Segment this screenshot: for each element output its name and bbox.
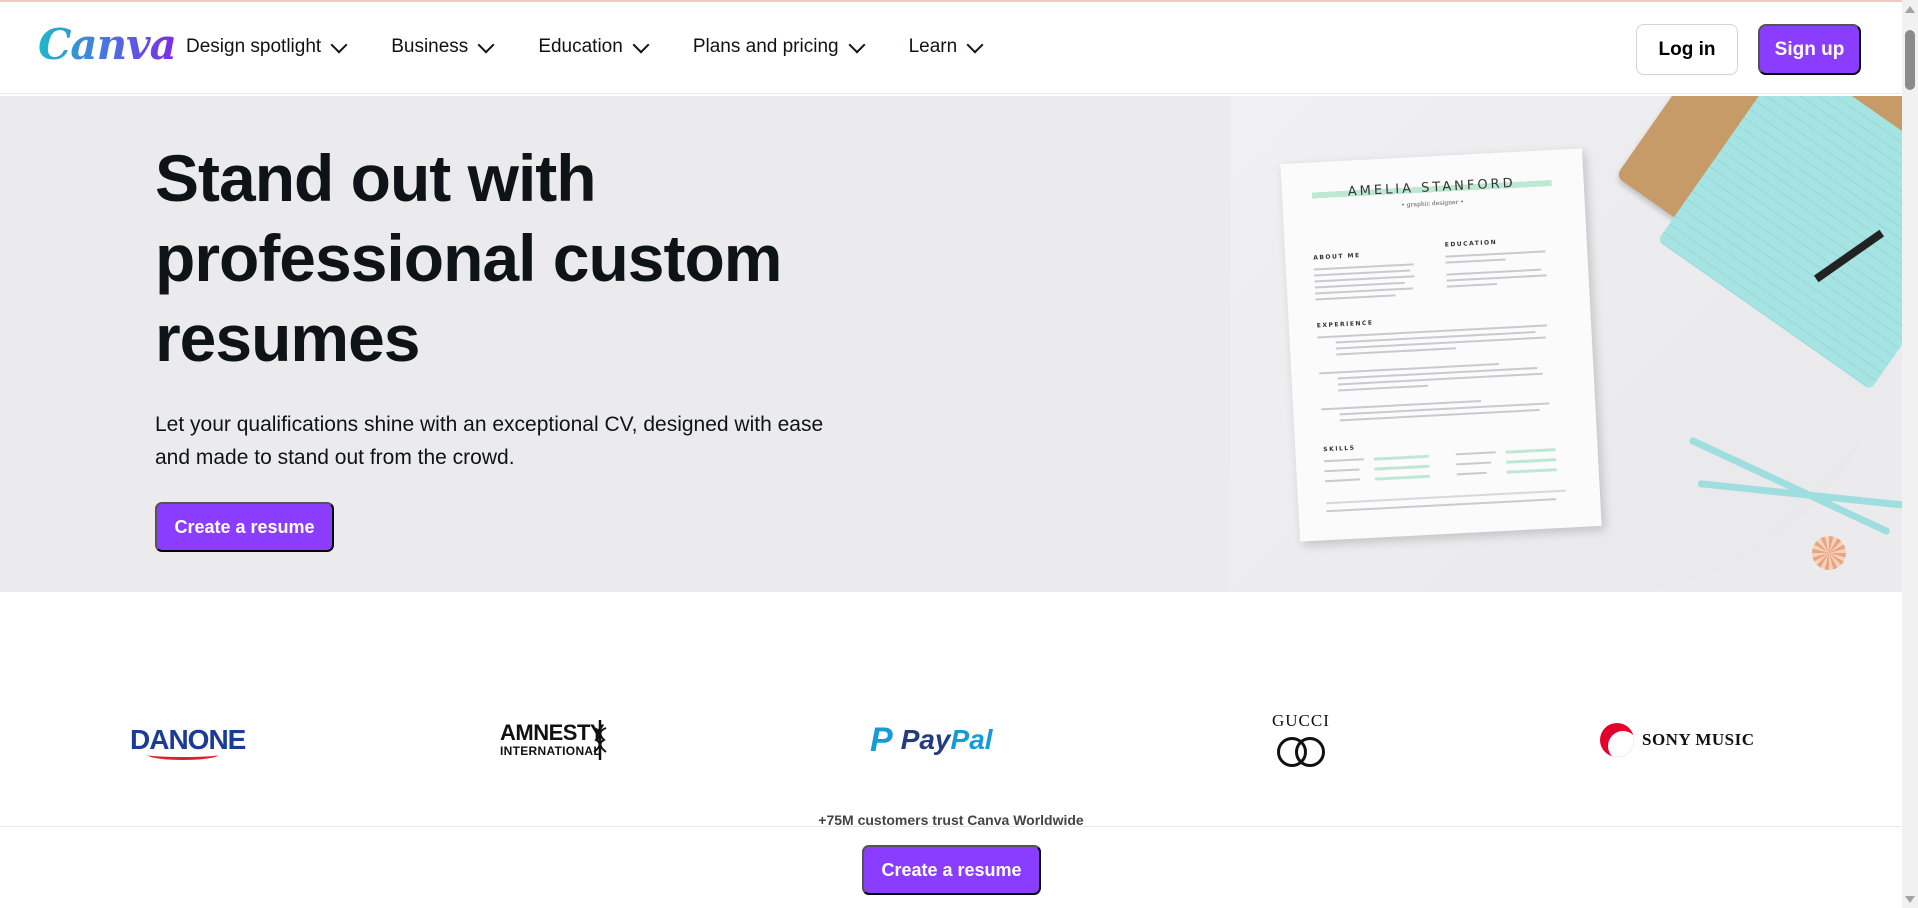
nav-label: Learn bbox=[908, 36, 958, 57]
resume-text-line bbox=[1323, 458, 1364, 462]
skill-bar bbox=[1373, 454, 1429, 461]
hero-subtitle: Let your qualifications shine with an ex… bbox=[155, 413, 824, 469]
resume-text-line bbox=[1335, 331, 1536, 344]
sticky-create-resume-button[interactable]: Create a resume bbox=[862, 845, 1041, 895]
resume-text-line bbox=[1314, 281, 1405, 289]
page-scrollbar[interactable] bbox=[1902, 0, 1918, 908]
amnesty-logo-text: AMNESTY bbox=[500, 720, 605, 745]
chevron-down-icon bbox=[330, 36, 348, 54]
nav-label: Business bbox=[391, 36, 469, 57]
resume-text-line bbox=[1445, 258, 1506, 264]
paypal-p-icon: P bbox=[870, 720, 893, 759]
resume-preview: AMELIA STANFORD • graphic designer • ABO… bbox=[1280, 148, 1602, 542]
resume-section-heading: SKILLS bbox=[1323, 444, 1356, 454]
resume-section-heading: EDUCATION bbox=[1444, 238, 1498, 249]
resume-text-line bbox=[1446, 268, 1542, 276]
resume-text-line bbox=[1446, 282, 1497, 288]
nav-label: Design spotlight bbox=[186, 36, 322, 57]
skill-bar bbox=[1506, 458, 1557, 464]
resume-text-line bbox=[1315, 294, 1396, 301]
skill-bar bbox=[1374, 464, 1430, 471]
resume-text-line bbox=[1455, 451, 1496, 455]
signup-button[interactable]: Sign up bbox=[1758, 24, 1861, 75]
resume-section-heading: ABOUT ME bbox=[1313, 252, 1361, 262]
nav-business[interactable]: Business bbox=[391, 36, 495, 58]
hero-section: AMELIA STANFORD • graphic designer • ABO… bbox=[0, 96, 1902, 592]
amnesty-logo: AMNESTY INTERNATIONAL bbox=[500, 700, 605, 780]
nav-design-spotlight[interactable]: Design spotlight bbox=[186, 36, 348, 58]
danone-swoosh-icon bbox=[148, 750, 218, 760]
resume-text-line bbox=[1446, 274, 1547, 282]
customer-logos: DANONE AMNESTY INTERNATIONAL P Pay Pal GU… bbox=[0, 700, 1902, 780]
sony-music-logo-text: SONY MUSIC bbox=[1642, 730, 1755, 749]
paypal-logo-text-pal: Pal bbox=[950, 724, 993, 755]
resume-text-line bbox=[1313, 263, 1414, 271]
danone-logo: DANONE bbox=[130, 724, 246, 755]
resume-text-line bbox=[1337, 372, 1543, 385]
resume-text-line bbox=[1319, 362, 1500, 374]
resume-divider bbox=[1326, 489, 1566, 504]
scroll-up-arrow-icon[interactable] bbox=[1905, 6, 1915, 13]
chevron-down-icon bbox=[632, 36, 650, 54]
nav-plans-and-pricing[interactable]: Plans and pricing bbox=[692, 36, 866, 58]
sticky-cta-bar: Create a resume bbox=[0, 826, 1902, 908]
gucci-logo-text: GUCCI bbox=[1272, 711, 1330, 730]
skill-bar bbox=[1505, 448, 1556, 454]
nav-learn[interactable]: Learn bbox=[908, 36, 984, 58]
sony-music-icon bbox=[1600, 723, 1634, 757]
resume-text-line bbox=[1338, 384, 1429, 391]
resume-text-line bbox=[1336, 347, 1457, 355]
amnesty-logo-subtext: INTERNATIONAL bbox=[500, 744, 602, 758]
sony-music-logo: SONY MUSIC bbox=[1600, 700, 1755, 780]
skill-bar bbox=[1506, 468, 1557, 474]
login-button[interactable]: Log in bbox=[1636, 24, 1738, 75]
resume-text-line bbox=[1337, 366, 1538, 379]
resume-text-line bbox=[1324, 478, 1360, 482]
scrollbar-thumb[interactable] bbox=[1905, 30, 1915, 90]
resume-text-line bbox=[1324, 468, 1360, 472]
nav-education[interactable]: Education bbox=[538, 36, 650, 58]
resume-text-line bbox=[1314, 275, 1415, 283]
resume-text-line bbox=[1456, 461, 1492, 465]
pencil-shaving-image bbox=[1812, 536, 1846, 570]
nav-label: Plans and pricing bbox=[692, 36, 839, 57]
scroll-down-arrow-icon[interactable] bbox=[1905, 896, 1915, 903]
resume-text-line bbox=[1456, 471, 1487, 475]
nav-label: Education bbox=[538, 36, 623, 57]
canva-logo[interactable]: Canva bbox=[38, 20, 177, 69]
gucci-ring bbox=[1294, 737, 1325, 767]
resume-text-line bbox=[1339, 408, 1540, 421]
create-resume-button[interactable]: Create a resume bbox=[155, 502, 334, 552]
gucci-gg-icon bbox=[1275, 735, 1327, 769]
paypal-logo: P Pay Pal bbox=[870, 700, 993, 780]
chevron-down-icon bbox=[848, 36, 866, 54]
resume-text-line bbox=[1445, 250, 1546, 258]
hero-title: Stand out with professional custom resum… bbox=[155, 141, 782, 375]
chevron-down-icon bbox=[966, 36, 984, 54]
resume-text-line bbox=[1315, 287, 1414, 295]
gucci-logo: GUCCI bbox=[1272, 700, 1330, 780]
candle-icon bbox=[593, 720, 607, 760]
chevron-down-icon bbox=[477, 36, 495, 54]
site-header: Canva Design spotlight Business Educatio… bbox=[0, 2, 1902, 94]
skill-bar bbox=[1374, 474, 1430, 481]
paypal-logo-text-pay: Pay bbox=[900, 724, 951, 755]
main-nav: Design spotlight Business Education Plan… bbox=[186, 36, 1027, 58]
resume-text-line bbox=[1314, 269, 1411, 277]
resume-section-heading: EXPERIENCE bbox=[1316, 319, 1374, 330]
